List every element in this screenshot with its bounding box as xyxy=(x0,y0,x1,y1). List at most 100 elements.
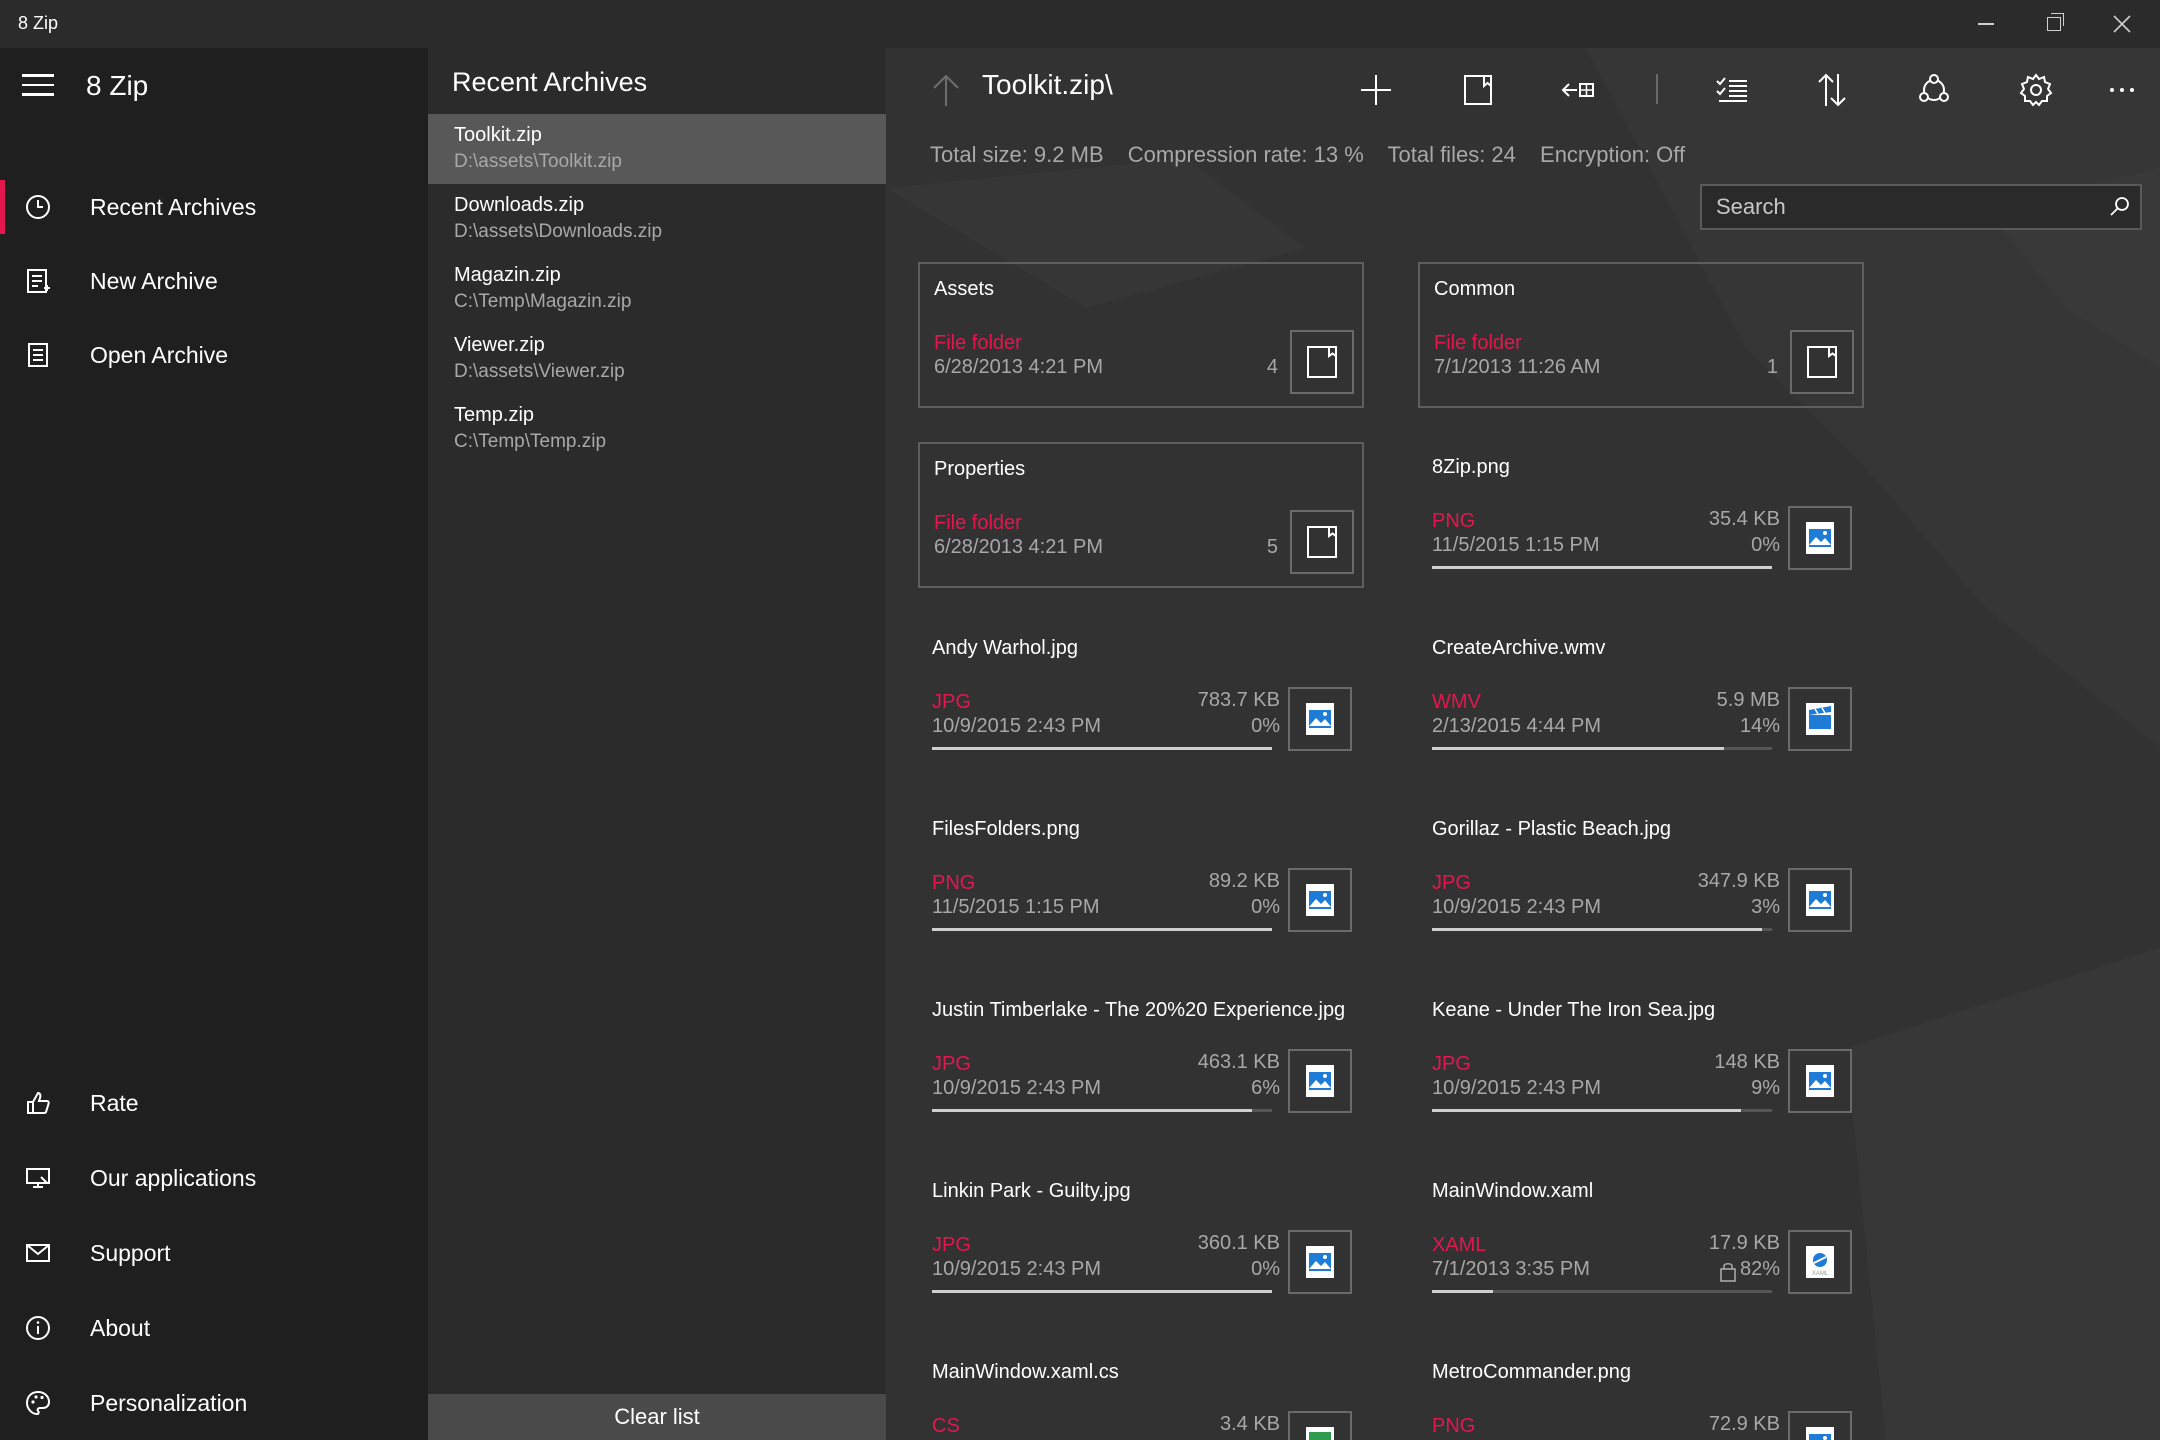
hamburger-menu-icon[interactable] xyxy=(22,74,54,96)
close-button[interactable] xyxy=(2088,0,2156,48)
nav-item-open-archive[interactable]: Open Archive xyxy=(0,320,428,390)
file-tile[interactable]: CreateArchive.wmv WMV 2/13/2015 4:44 PM 5.9… xyxy=(1418,623,1864,769)
archive-name: Downloads.zip xyxy=(454,194,585,216)
search-input[interactable] xyxy=(1702,186,2092,228)
nav-item-recent-archives[interactable]: Recent Archives xyxy=(0,172,428,242)
compression-bar xyxy=(1432,1109,1772,1112)
item-date: 10/9/2015 2:43 PM xyxy=(932,1258,1102,1280)
item-name: MainWindow.xaml xyxy=(1432,1180,1594,1202)
item-type: JPG xyxy=(1432,872,1471,894)
item-size: 5.9 MB xyxy=(1716,689,1780,711)
file-tile[interactable]: Justin Timberlake - The 20%20 Experience… xyxy=(918,985,1364,1131)
file-tile[interactable]: Keane - Under The Iron Sea.jpg JPG 10/9/20… xyxy=(1418,985,1864,1131)
open-archive-icon xyxy=(24,341,52,369)
search-icon[interactable] xyxy=(2108,195,2132,219)
folder-tile[interactable]: Common File folder 7/1/2013 11:26 AM 1 xyxy=(1418,262,1864,408)
compression-bar xyxy=(932,1109,1272,1112)
image-file-icon xyxy=(1288,1049,1352,1113)
item-date: 10/9/2015 2:43 PM xyxy=(1432,1077,1602,1099)
plus-icon xyxy=(1361,75,1391,105)
nav-item-personalization[interactable]: Personalization xyxy=(0,1368,428,1438)
file-tile[interactable]: Linkin Park - Guilty.jpg JPG 10/9/2015 2:4… xyxy=(918,1166,1364,1312)
item-type: PNG xyxy=(1432,510,1476,532)
item-compression: 3% xyxy=(1751,896,1780,918)
toolbar: Toolkit.zip\ xyxy=(886,48,2160,130)
folder-tile[interactable]: Assets File folder 6/28/2013 4:21 PM 4 xyxy=(918,262,1364,408)
compression-bar-fill xyxy=(1432,1290,1494,1293)
settings-button[interactable] xyxy=(2016,70,2056,110)
compression-bar xyxy=(1432,747,1772,750)
toolbar-separator xyxy=(1656,74,1658,104)
restore-button[interactable] xyxy=(2020,0,2088,48)
recent-archive-item[interactable]: Viewer.zip D:\assets\Viewer.zip xyxy=(428,324,886,394)
image-file-icon xyxy=(1788,506,1852,570)
new-folder-button[interactable] xyxy=(1458,70,1498,110)
select-items-button[interactable] xyxy=(1712,70,1752,110)
item-size: 360.1 KB xyxy=(1197,1232,1280,1254)
compression-rate: Compression rate: 13 % xyxy=(1127,142,1364,167)
compression-bar xyxy=(932,747,1272,750)
nav-item-our-applications[interactable]: Our applications xyxy=(0,1143,428,1213)
item-date: 7/1/2013 11:26 AM xyxy=(1434,356,1601,378)
image-file-icon xyxy=(1788,1049,1852,1113)
item-type: PNG xyxy=(1432,1415,1476,1437)
navigation-pane: 8 Zip Recent Archives New Archive Open A… xyxy=(0,48,428,1440)
image-file-icon xyxy=(1288,868,1352,932)
item-compression: 9% xyxy=(1751,1077,1780,1099)
item-compression: 14% xyxy=(1739,715,1780,737)
sort-button[interactable] xyxy=(1812,70,1852,110)
item-type: CS xyxy=(932,1415,960,1437)
xaml-file-icon: XAML xyxy=(1788,1230,1852,1294)
folder-tile[interactable]: Properties File folder 6/28/2013 4:21 PM… xyxy=(918,442,1364,588)
item-name: Linkin Park - Guilty.jpg xyxy=(932,1180,1131,1202)
file-tile[interactable]: 8Zip.png PNG 11/5/2015 1:15 PM 35.4 KB 0% xyxy=(1418,442,1864,588)
item-compression: 0% xyxy=(1251,715,1280,737)
item-date: 7/1/2013 3:35 PM xyxy=(1432,1258,1590,1280)
item-count: 4 xyxy=(1266,356,1278,378)
item-date: 10/9/2015 2:43 PM xyxy=(932,715,1102,737)
sort-icon xyxy=(1818,73,1846,107)
thumbs-up-icon xyxy=(24,1089,52,1117)
mail-icon xyxy=(24,1239,52,1267)
add-button[interactable] xyxy=(1356,70,1396,110)
nav-item-rate[interactable]: Rate xyxy=(0,1068,428,1138)
item-size: 89.2 KB xyxy=(1208,870,1280,892)
minimize-icon xyxy=(1978,23,1994,25)
minimize-button[interactable] xyxy=(1952,0,2020,48)
more-options-button[interactable] xyxy=(2102,70,2142,110)
recent-archive-item[interactable]: Magazin.zip C:\Temp\Magazin.zip xyxy=(428,254,886,324)
file-tile[interactable]: FilesFolders.png PNG 11/5/2015 1:15 PM 89.2… xyxy=(918,804,1364,950)
recent-archive-item[interactable]: Temp.zip C:\Temp\Temp.zip xyxy=(428,394,886,464)
file-tile[interactable]: Gorillaz - Plastic Beach.jpg JPG 10/9/2015… xyxy=(1418,804,1864,950)
share-button[interactable] xyxy=(1914,70,1954,110)
nav-item-label: New Archive xyxy=(90,267,218,294)
item-name: MainWindow.xaml.cs xyxy=(932,1361,1119,1383)
archive-path-title: Toolkit.zip\ xyxy=(982,69,1113,100)
checklist-icon xyxy=(1716,77,1747,102)
file-tile[interactable]: MetroCommander.png PNG 72.9 KB xyxy=(1418,1347,1864,1440)
recent-archive-item[interactable]: Toolkit.zip D:\assets\Toolkit.zip xyxy=(428,114,886,184)
item-type: PNG xyxy=(932,872,976,894)
nav-item-support[interactable]: Support xyxy=(0,1218,428,1288)
total-files: Total files: 24 xyxy=(1387,142,1516,167)
item-type: JPG xyxy=(932,1053,971,1075)
compression-bar xyxy=(932,1290,1272,1293)
archive-name: Temp.zip xyxy=(454,404,535,426)
archive-content: Toolkit.zip\ Total size: 9.2 MB Compress… xyxy=(886,48,2160,1440)
nav-item-new-archive[interactable]: New Archive xyxy=(0,246,428,316)
nav-item-about[interactable]: About xyxy=(0,1293,428,1363)
nav-item-label: Open Archive xyxy=(90,341,229,368)
recent-archive-item[interactable]: Downloads.zip D:\assets\Downloads.zip xyxy=(428,184,886,254)
file-tile[interactable]: MainWindow.xaml.cs CS 3.4 KB xyxy=(918,1347,1364,1440)
item-name: Assets xyxy=(934,278,995,300)
folder-icon xyxy=(1790,330,1854,394)
file-tile[interactable]: MainWindow.xaml XAML 7/1/2013 3:35 PM 17.9 … xyxy=(1418,1166,1864,1312)
up-arrow-icon[interactable] xyxy=(930,72,962,108)
item-date: 11/5/2015 1:15 PM xyxy=(932,896,1100,918)
compression-bar xyxy=(1432,1290,1772,1293)
clear-list-button[interactable]: Clear list xyxy=(428,1394,886,1440)
folder-icon xyxy=(1290,330,1354,394)
item-name: MetroCommander.png xyxy=(1432,1361,1631,1383)
file-tile[interactable]: Andy Warhol.jpg JPG 10/9/2015 2:43 PM 783.7… xyxy=(918,623,1364,769)
extract-button[interactable] xyxy=(1558,70,1598,110)
